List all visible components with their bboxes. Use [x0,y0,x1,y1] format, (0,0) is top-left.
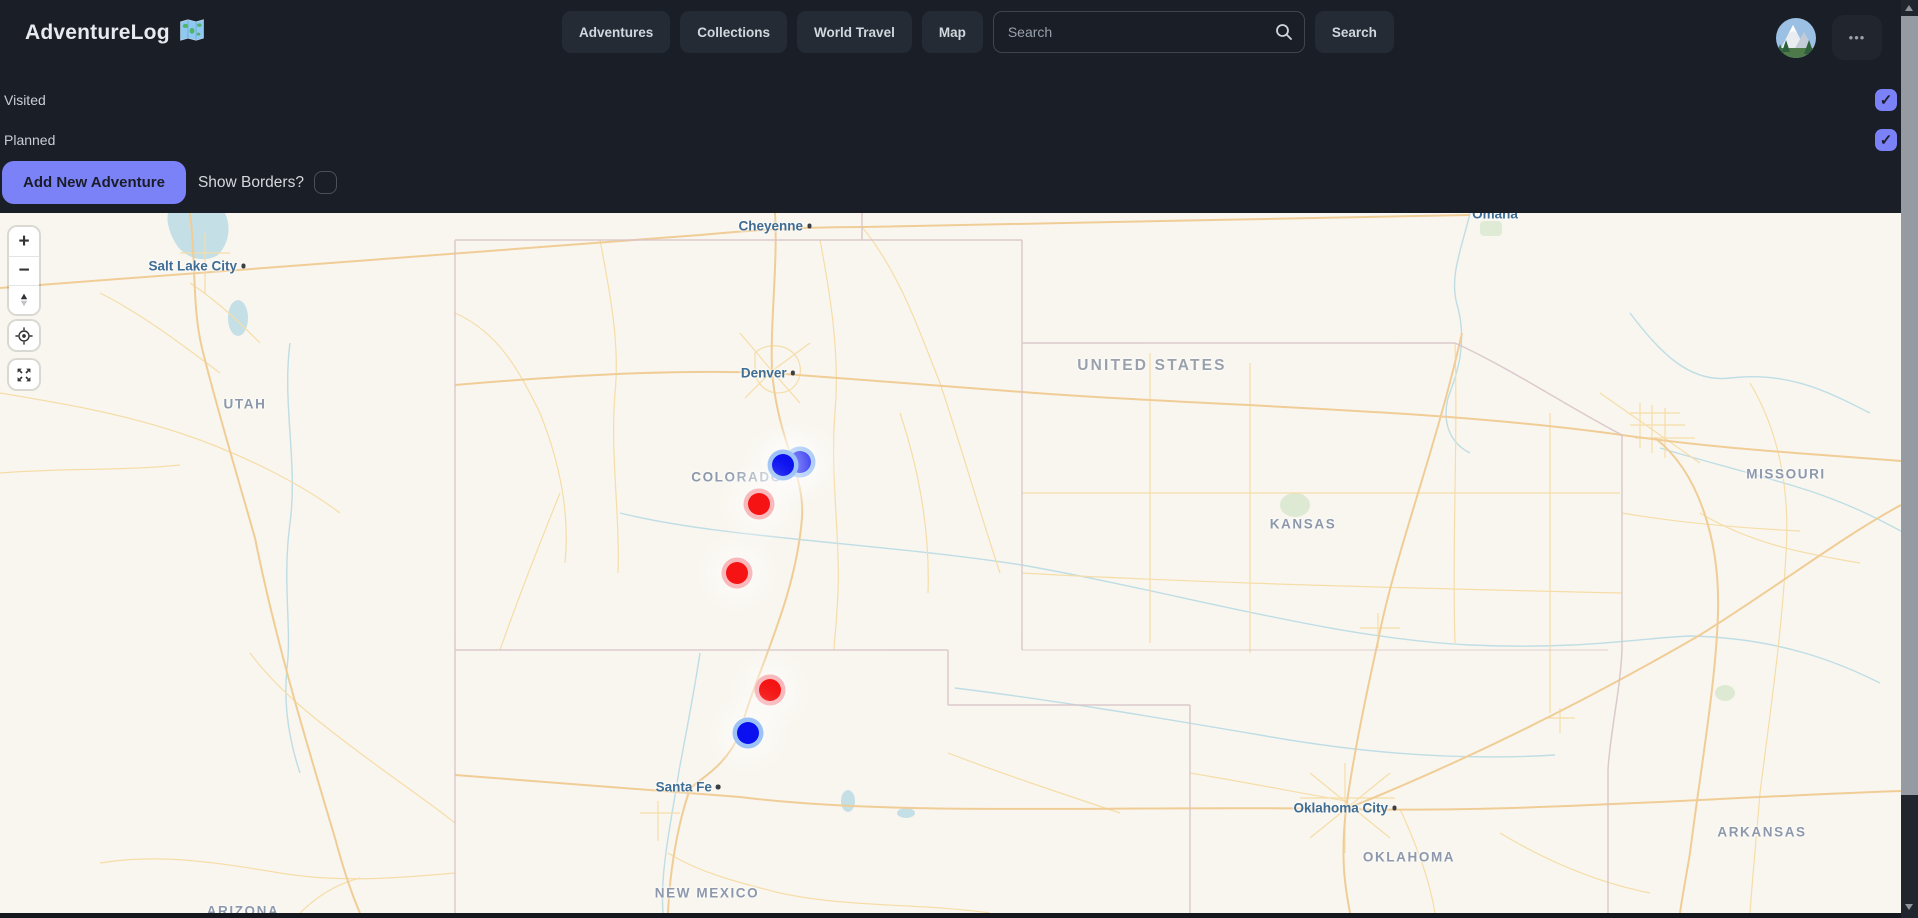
search-box [993,11,1305,53]
app-title: AdventureLog [25,21,170,45]
show-borders-label: Show Borders? [198,174,304,192]
planned-label: Planned [4,132,55,148]
zoom-in-button[interactable]: + [9,227,39,256]
world-map-emoji-icon [179,18,205,48]
nav-collections[interactable]: Collections [680,11,787,53]
map-marker-red[interactable] [748,493,770,515]
add-new-adventure-button[interactable]: Add New Adventure [2,161,186,204]
fullscreen-icon[interactable] [9,360,39,389]
show-borders-checkbox[interactable] [314,171,337,194]
map-fullscreen-control [9,360,39,389]
filter-row-planned: Planned ✓ [0,120,1918,160]
checkmark-icon: ✓ [1880,93,1893,108]
map-canvas[interactable]: OmahaCheyenneSalt Lake CityDenverUTAHUNI… [0,213,1901,913]
search-input[interactable] [993,11,1305,53]
map-marker-red[interactable] [726,562,748,584]
map-filter-panel: Visited ✓ Planned ✓ Add New Adventure Sh… [0,64,1918,213]
scroll-down-arrow-icon[interactable] [1905,904,1913,910]
scroll-up-arrow-icon[interactable] [1905,5,1913,11]
adventurelog-page: AdventureLog Adventures Collections Worl… [0,0,1918,918]
nav-map[interactable]: Map [922,11,983,53]
geolocate-icon[interactable] [9,321,39,350]
search-icon [1275,23,1293,41]
bottom-edge-bar [0,913,1918,918]
search-button[interactable]: Search [1315,11,1394,53]
main-nav: Adventures Collections World Travel Map … [562,11,1394,53]
checkmark-icon: ✓ [1880,133,1893,148]
top-navbar: AdventureLog Adventures Collections Worl… [0,0,1918,64]
map-geolocate-control [9,321,39,350]
nav-adventures[interactable]: Adventures [562,11,670,53]
page-scrollbar[interactable] [1901,0,1918,918]
filter-row-visited: Visited ✓ [0,80,1918,120]
app-logo[interactable]: AdventureLog [25,18,205,48]
map-zoom-controls: + − [9,227,39,314]
scrollbar-thumb[interactable] [1901,16,1918,795]
nav-world-travel[interactable]: World Travel [797,11,912,53]
filter-actions-row: Add New Adventure Show Borders? [2,161,1918,204]
map-marker-blue[interactable] [772,454,794,476]
map-marker-blue[interactable] [737,722,759,744]
zoom-out-button[interactable]: − [9,256,39,285]
planned-checkbox[interactable]: ✓ [1875,129,1897,151]
map-basemap-art [0,213,1901,913]
visited-label: Visited [4,92,46,108]
header-right-group: ••• [1776,15,1882,60]
avatar[interactable] [1776,18,1816,58]
compass-icon[interactable] [9,285,39,314]
visited-checkbox[interactable]: ✓ [1875,89,1897,111]
map-marker-red[interactable] [759,679,781,701]
more-menu-button[interactable]: ••• [1832,15,1882,60]
